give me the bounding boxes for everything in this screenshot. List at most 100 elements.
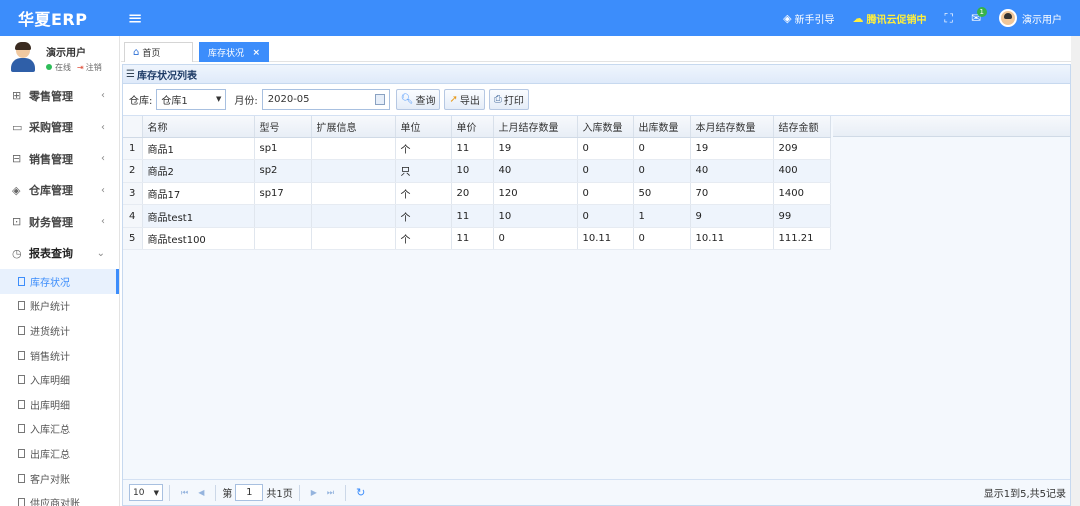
refresh-icon[interactable]: ↻ xyxy=(356,486,365,499)
column-header[interactable]: 结存金额 xyxy=(773,116,831,138)
query-button[interactable]: 🔍︎ 查询 xyxy=(395,88,441,110)
cell-amount: 111.21 xyxy=(773,227,831,251)
online-status-icon xyxy=(46,64,52,70)
cell-extra xyxy=(311,159,396,183)
search-icon: 🔍︎ xyxy=(400,93,414,105)
user-menu[interactable]: 演示用户 xyxy=(990,0,1080,36)
sidebar-item-outbound-summary[interactable]: 出库汇总 xyxy=(0,441,119,466)
chevron-left-icon: ‹ xyxy=(101,121,105,133)
prev-page-icon[interactable]: ◀ xyxy=(198,488,204,497)
caret-down-icon: ▼ xyxy=(215,95,222,103)
cell-out-qty: 1 xyxy=(633,204,691,228)
cell-unit: 个 xyxy=(395,182,452,206)
cell-last-month-qty: 120 xyxy=(493,182,578,206)
next-page-icon[interactable]: ▶ xyxy=(311,488,317,497)
calendar-icon[interactable] xyxy=(374,93,385,105)
page-scrollbar[interactable] xyxy=(1071,36,1080,506)
file-icon xyxy=(18,375,25,385)
file-icon xyxy=(18,424,25,434)
sidebar-item-reports[interactable]: ◷ 报表查询 ⌄ xyxy=(0,238,119,270)
cell-extra xyxy=(311,182,396,206)
file-icon xyxy=(18,301,25,311)
page-total: 共1页 xyxy=(266,489,293,500)
sidebar-item-warehouse[interactable]: ◈ 仓库管理 ‹ xyxy=(0,175,119,207)
cell-price: 11 xyxy=(451,204,494,228)
logout-icon[interactable]: ⇥ xyxy=(77,63,84,72)
sidebar-item-account-stats[interactable]: 账户统计 xyxy=(0,294,119,319)
close-icon[interactable]: × xyxy=(252,48,260,58)
cell-in-qty: 0 xyxy=(577,137,634,161)
mail-badge: 1 xyxy=(976,7,987,17)
logout-link[interactable]: 注销 xyxy=(86,62,102,73)
sidebar-item-purchase[interactable]: ▭ 采购管理 ‹ xyxy=(0,112,119,144)
cell-price: 20 xyxy=(451,182,494,206)
menu-toggle-icon[interactable]: ≡ xyxy=(120,0,150,36)
book-icon: ⊡ xyxy=(12,215,22,229)
column-header[interactable]: 扩展信息 xyxy=(311,116,396,138)
filter-toolbar: 仓库: 仓库1 ▼ 月份: 2020-05 🔍︎ 查询 ➚ 导出 ⎙ 打印 xyxy=(123,84,1070,114)
cell-last-month-qty: 0 xyxy=(493,227,578,251)
sidebar-user-name: 演示用户 xyxy=(46,47,86,59)
tab-home[interactable]: ⌂ 首页 xyxy=(124,42,193,62)
page-size-select[interactable]: 10 ▼ xyxy=(129,484,163,501)
tab-bar: ⌂ 首页 库存状况 × xyxy=(121,36,1080,62)
file-icon xyxy=(18,350,25,360)
column-header[interactable]: 名称 xyxy=(142,116,255,138)
warehouse-select[interactable]: 仓库1 ▼ xyxy=(156,88,227,110)
online-status: 在线 xyxy=(55,62,71,72)
sidebar-item-supplier-reconcile[interactable]: 供应商对账 xyxy=(0,490,119,506)
sidebar-item-stock-status[interactable]: 库存状况 xyxy=(0,269,119,294)
pagination-info: 显示1到5,共5记录 xyxy=(983,489,1066,500)
file-icon xyxy=(18,473,25,483)
export-button[interactable]: ➚ 导出 xyxy=(444,88,485,110)
messages-button[interactable]: ✉ 1 xyxy=(962,0,990,36)
sidebar-item-outbound-detail[interactable]: 出库明细 xyxy=(0,392,119,417)
table-row[interactable]: 2 商品2 sp2 只 10 40 0 0 40 400 xyxy=(123,159,831,183)
column-header[interactable]: 入库数量 xyxy=(577,116,634,138)
page-number-input[interactable]: 1 xyxy=(235,484,264,501)
sidebar-item-sales[interactable]: ⊟ 销售管理 ‹ xyxy=(0,143,119,175)
column-header[interactable]: 型号 xyxy=(254,116,312,138)
sidebar-item-sales-stats[interactable]: 销售统计 xyxy=(0,343,119,368)
tab-stock-status[interactable]: 库存状况 × xyxy=(199,42,269,62)
sidebar-item-inbound-detail[interactable]: 入库明细 xyxy=(0,367,119,392)
fullscreen-button[interactable]: ⛶ xyxy=(936,0,962,36)
sidebar-item-finance[interactable]: ⊡ 财务管理 ‹ xyxy=(0,206,119,238)
avatar xyxy=(999,9,1017,27)
top-navbar: 华夏ERP ≡ ◈ 新手引导 ☁ 腾讯云促销中 ⛶ ✉ 1 演示用户 xyxy=(0,0,1080,36)
cell-model xyxy=(254,227,312,251)
cell-out-qty: 0 xyxy=(633,159,691,183)
column-header[interactable]: 本月结存数量 xyxy=(690,116,774,138)
chevron-left-icon: ‹ xyxy=(101,90,105,102)
row-number: 2 xyxy=(123,159,143,183)
table-row[interactable]: 3 商品17 sp17 个 20 120 0 50 70 1400 xyxy=(123,182,831,206)
sidebar-item-inbound-summary[interactable]: 入库汇总 xyxy=(0,417,119,442)
table-row[interactable]: 5 商品test100 个 11 0 10.11 0 10.11 111.21 xyxy=(123,227,831,251)
column-header[interactable]: 出库数量 xyxy=(633,116,691,138)
print-button[interactable]: ⎙ 打印 xyxy=(488,88,529,110)
stock-table: 名称 型号 扩展信息 单位 单价 上月结存数量 入库数量 出库数量 本月结存数量… xyxy=(123,115,1070,505)
cell-name: 商品1 xyxy=(142,137,255,161)
file-icon xyxy=(18,325,25,335)
guide-link[interactable]: ◈ 新手引导 xyxy=(774,0,843,36)
column-header[interactable]: 单价 xyxy=(451,116,494,138)
sidebar-item-retail[interactable]: ⊞ 零售管理 ‹ xyxy=(0,80,119,112)
sidebar-item-purchase-stats[interactable]: 进货统计 xyxy=(0,318,119,343)
month-input[interactable]: 2020-05 xyxy=(261,88,390,110)
cell-model: sp17 xyxy=(254,182,312,206)
table-row[interactable]: 1 商品1 sp1 个 11 19 0 0 19 209 xyxy=(123,137,831,161)
pagination-bar: 10 ▼ ⏮ ◀ 第 1 共1页 ▶ ⏭ ↻ 显示1到5,共5记录 xyxy=(123,479,1070,505)
sidebar-item-customer-reconcile[interactable]: 客户对账 xyxy=(0,466,119,491)
promo-link[interactable]: ☁ 腾讯云促销中 xyxy=(844,0,936,36)
column-header[interactable]: 单位 xyxy=(395,116,452,138)
cell-month-qty: 9 xyxy=(690,204,774,228)
cell-unit: 个 xyxy=(395,204,452,228)
column-header[interactable]: 上月结存数量 xyxy=(493,116,578,138)
table-row[interactable]: 4 商品test1 个 11 10 0 1 9 99 xyxy=(123,204,831,228)
last-page-icon[interactable]: ⏭ xyxy=(327,488,334,498)
print-icon: ⎙ xyxy=(493,93,502,105)
gift-icon: ⊞ xyxy=(12,89,22,103)
file-icon xyxy=(18,276,25,286)
first-page-icon[interactable]: ⏮ xyxy=(181,488,188,498)
app-logo[interactable]: 华夏ERP xyxy=(0,0,120,36)
